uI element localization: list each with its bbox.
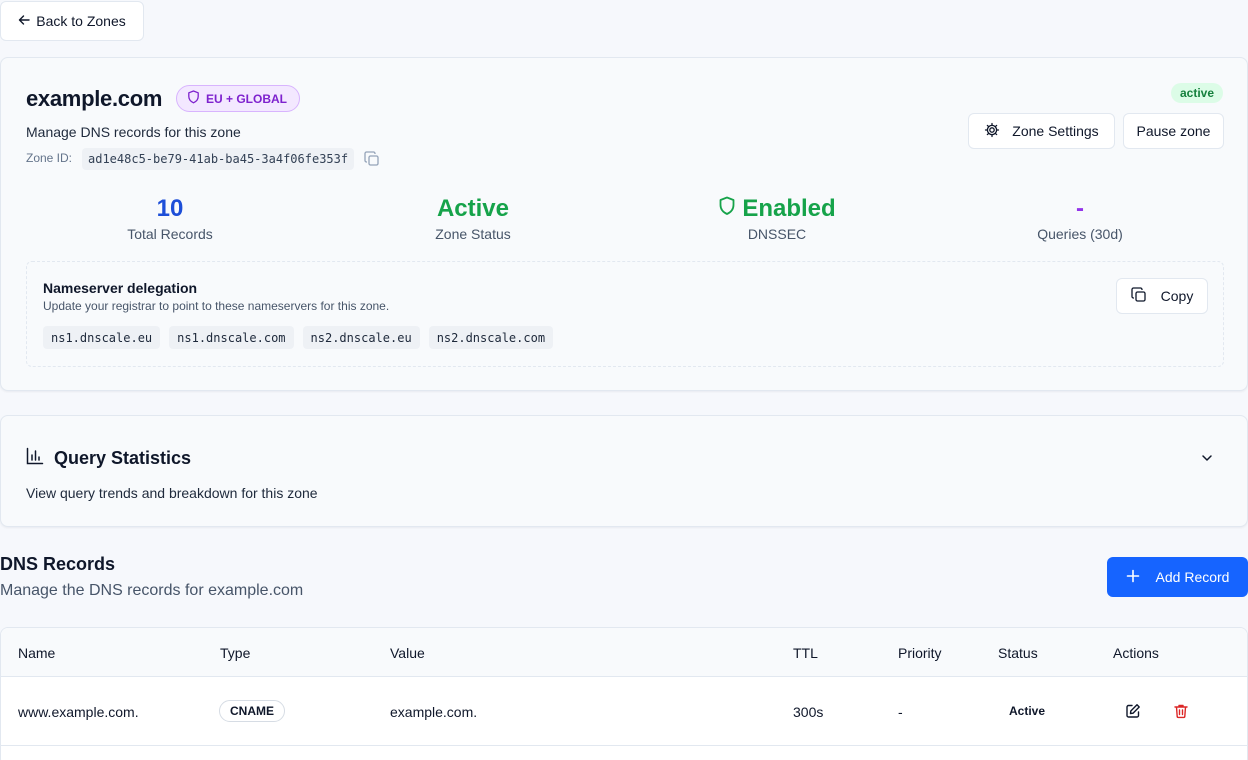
nameserver-chip: ns1.dnscale.eu — [43, 326, 161, 349]
zone-id-value: ad1e48c5-be79-41ab-ba45-3a4f06fe353f — [82, 148, 355, 170]
stat-label: Queries (30d) — [1037, 226, 1123, 242]
copy-nameservers-button[interactable]: Copy — [1116, 278, 1208, 314]
add-record-label: Add Record — [1155, 569, 1230, 585]
copy-icon — [1131, 286, 1147, 306]
shield-icon — [187, 90, 200, 107]
stat-value: - — [1076, 195, 1084, 222]
column-header-name: Name — [18, 645, 56, 661]
column-header-status: Status — [998, 645, 1038, 661]
record-type-badge: CNAME — [219, 700, 285, 722]
zone-status-badge: active — [1170, 83, 1223, 103]
nameserver-chip: ns2.dnscale.eu — [302, 326, 420, 349]
plus-icon — [1126, 569, 1140, 586]
zone-name: example.com — [26, 86, 163, 111]
query-statistics-header: Query Statistics — [26, 447, 191, 470]
stat-value-wrap: Enabled — [627, 194, 927, 224]
stat-label: Total Records — [127, 226, 213, 242]
nameserver-chip: ns2.dnscale.com — [428, 326, 554, 349]
record-value: example.com. — [390, 704, 478, 720]
stat-zone-status: Active Zone Status — [323, 194, 623, 242]
nameserver-chip: ns1.dnscale.com — [169, 326, 294, 349]
nameserver-delegation: Nameserver delegation Update your regist… — [26, 261, 1224, 367]
bar-chart-icon — [26, 447, 44, 470]
dns-records-table: Name Type Value TTL Priority Status Acti… — [0, 627, 1248, 760]
chevron-down-icon[interactable] — [1199, 450, 1215, 466]
copy-label: Copy — [1160, 288, 1194, 304]
copy-icon[interactable] — [363, 150, 381, 168]
query-statistics-title: Query Statistics — [54, 448, 192, 468]
query-statistics-description: View query trends and breakdown for this… — [26, 485, 318, 501]
add-record-button[interactable]: Add Record — [1107, 557, 1248, 597]
stat-value: Active — [436, 195, 510, 222]
nameserver-list: ns1.dnscale.eu ns1.dnscale.com ns2.dnsca… — [43, 326, 554, 349]
back-label: Back to Zones — [36, 13, 126, 29]
stat-value: 10 — [156, 195, 184, 222]
record-priority: - — [898, 704, 903, 720]
record-ttl: 300s — [793, 704, 824, 720]
column-header-value: Value — [390, 645, 425, 661]
stat-queries: - Queries (30d) — [930, 194, 1230, 242]
back-to-zones-button[interactable]: Back to Zones — [0, 1, 144, 41]
zone-id-label: Zone ID: — [26, 151, 73, 165]
zone-settings-label: Zone Settings — [1012, 123, 1099, 139]
dns-records-title: DNS Records — [0, 554, 116, 574]
table-row: www.example.com. CNAME example.com. 300s… — [1, 677, 1247, 746]
zone-settings-button[interactable]: Zone Settings — [968, 113, 1115, 149]
stat-dnssec: Enabled DNSSEC — [627, 194, 927, 242]
stat-value: Enabled — [742, 195, 836, 222]
region-label: EU + GLOBAL — [206, 91, 288, 106]
zone-overview-card: example.com EU + GLOBAL Manage DNS recor… — [0, 57, 1248, 391]
region-badge: EU + GLOBAL — [176, 85, 301, 112]
column-header-type: Type — [220, 645, 251, 661]
column-header-actions: Actions — [1113, 645, 1159, 661]
gear-icon — [984, 122, 1000, 141]
stat-label: Zone Status — [435, 226, 511, 242]
edit-icon[interactable] — [1125, 703, 1141, 719]
arrow-left-icon — [18, 13, 30, 29]
trash-icon[interactable] — [1173, 703, 1189, 719]
nameserver-subtitle: Update your registrar to point to these … — [43, 299, 390, 313]
query-statistics-card[interactable]: Query Statistics View query trends and b… — [0, 415, 1248, 527]
dns-records-subtitle: Manage the DNS records for example.com — [0, 582, 304, 599]
record-name: www.example.com. — [18, 704, 139, 720]
record-status: Active — [1009, 704, 1046, 718]
zone-description: Manage DNS records for this zone — [26, 124, 241, 140]
column-header-priority: Priority — [898, 645, 942, 661]
table-header: Name Type Value TTL Priority Status Acti… — [1, 628, 1247, 677]
nameserver-title: Nameserver delegation — [43, 280, 198, 296]
shield-icon — [718, 194, 736, 224]
column-header-ttl: TTL — [793, 645, 818, 661]
stat-label: DNSSEC — [747, 226, 807, 242]
stat-total-records: 10 Total Records — [20, 194, 320, 242]
pause-zone-button[interactable]: Pause zone — [1123, 113, 1224, 149]
